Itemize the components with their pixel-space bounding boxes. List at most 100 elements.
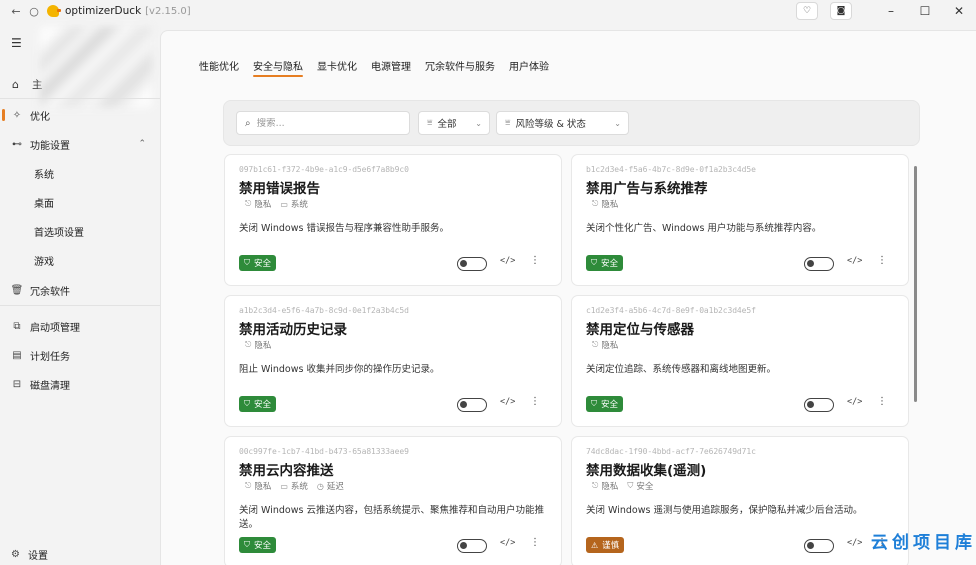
sidebar-item-label: 系统 (34, 169, 54, 181)
tag: ⎋ 隐私 (245, 198, 271, 210)
code-icon[interactable]: </> (847, 538, 862, 548)
risk-badge: ⛉ 安全 (586, 255, 624, 271)
sidebar-item-preferences[interactable]: 首选项设置 (0, 219, 160, 243)
tweak-card[interactable]: 00c997fe-1cb7-41bd-b473-65a81333aee9 禁用云… (224, 436, 562, 565)
tag-label: 安全 (636, 482, 654, 492)
tab-user-experience[interactable]: 用户体验 (509, 58, 549, 74)
code-icon[interactable]: </> (500, 397, 515, 407)
risk-label: 谨慎 (602, 541, 620, 551)
tab-security-privacy[interactable]: 安全与隐私 (253, 58, 303, 77)
tweak-description: 阻止 Windows 收集并同步你的操作历史记录。 (239, 364, 440, 375)
tweak-title: 禁用活动历史记录 (239, 322, 347, 338)
more-vertical-icon[interactable]: ⋮ (530, 255, 540, 266)
filter-icon: ⩸ (427, 118, 433, 128)
tweak-card[interactable]: a1b2c3d4-e5f6-4a7b-8c9d-0e1f2a3b4c5d 禁用活… (224, 295, 562, 427)
tweak-toggle[interactable] (804, 257, 834, 271)
tweak-toggle[interactable] (804, 398, 834, 412)
sidebar-item-disk-cleanup[interactable]: ⊟ 磁盘清理 (0, 372, 160, 396)
shield-check-icon: ⛉ (591, 258, 597, 267)
trash-icon: 🗑 (10, 284, 24, 296)
tweak-id: c1d2e3f4-a5b6-4c7d-8e9f-0a1b2c3d4e5f (586, 306, 756, 315)
sidebar-item-label: 启动项管理 (30, 322, 80, 334)
sidebar-item-label: 功能设置 (30, 140, 70, 152)
risk-badge: ⛉ 安全 (239, 396, 277, 412)
tweak-card[interactable]: b1c2d3e4-f5a6-4b7c-8d9e-0f1a2b3c4d5e 禁用广… (571, 154, 909, 286)
sidebar-item-desktop[interactable]: 桌面 (0, 190, 160, 214)
tab-power[interactable]: 电源管理 (371, 58, 411, 74)
risk-badge: ⛉ 安全 (239, 537, 277, 553)
filter-icon: ⩸ (505, 118, 511, 128)
more-vertical-icon[interactable]: ⋮ (877, 396, 887, 407)
tag-label: 隐私 (601, 482, 619, 492)
tag-list: ⎋ 隐私 (592, 339, 627, 351)
back-arrow-icon[interactable]: ← (7, 5, 25, 18)
minimize-button[interactable]: – (874, 4, 908, 18)
main-panel: 性能优化 安全与隐私 显卡优化 电源管理 冗余软件与服务 用户体验 ⌕ ⩸ 全部… (160, 30, 976, 565)
code-icon[interactable]: </> (847, 397, 862, 407)
tag: ◷ 延迟 (317, 480, 344, 493)
screenshot-button[interactable]: ◙ (830, 2, 852, 20)
sidebar-item-label: 冗余软件 (30, 286, 70, 298)
refresh-circle-icon[interactable]: ○ (25, 5, 43, 18)
tweak-card[interactable]: c1d2e3f4-a5b6-4c7d-8e9f-0a1b2c3d4e5f 禁用定… (571, 295, 909, 427)
tweak-card[interactable]: 74dc8dac-1f90-4bbd-acf7-7e626749d71c 禁用数… (571, 436, 909, 565)
search-input[interactable] (256, 117, 397, 129)
gear-icon: ⚙ (11, 548, 20, 560)
lock-icon: ⎋ (592, 481, 599, 490)
tag-list: ⎋ 隐私 ▭ 系统 (245, 198, 317, 210)
sidebar-item-startup[interactable]: ⧉ 启动项管理 (0, 314, 160, 338)
warning-icon: ⚠ (591, 540, 599, 550)
tweak-toggle[interactable] (457, 257, 487, 271)
tweak-description: 关闭定位追踪、系统传感器和离线地图更新。 (586, 364, 777, 375)
search-box: ⌕ (236, 111, 410, 135)
more-vertical-icon[interactable]: ⋮ (877, 255, 887, 266)
tag: ▭ 系统 (280, 480, 308, 493)
sidebar-item-gaming[interactable]: 游戏 (0, 248, 160, 272)
lock-icon: ⎋ (245, 340, 252, 349)
sidebar-item-settings[interactable]: ⚙ 设置 (0, 543, 160, 565)
tweak-title: 禁用定位与传感器 (586, 322, 694, 338)
tag-list: ⎋ 隐私 ⛉ 安全 (592, 480, 662, 492)
sidebar-item-feature-settings[interactable]: ⊷ 功能设置 ⌃ (0, 132, 160, 156)
sidebar-item-system[interactable]: 系统 (0, 161, 160, 185)
code-icon[interactable]: </> (847, 256, 862, 266)
tag-list: ⎋ 隐私 ▭ 系统 ◷ 延迟 (245, 480, 353, 492)
tweak-toggle[interactable] (804, 539, 834, 553)
tweak-toggle[interactable] (457, 539, 487, 553)
sidebar-item-scheduled-tasks[interactable]: ▤ 计划任务 (0, 343, 160, 367)
more-vertical-icon[interactable]: ⋮ (530, 537, 540, 548)
app-logo-icon (47, 5, 61, 17)
tab-bloatware-services[interactable]: 冗余软件与服务 (425, 58, 495, 74)
more-vertical-icon[interactable]: ⋮ (530, 396, 540, 407)
tweak-id: 097b1c61-f372-4b9e-a1c9-d5e6f7a8b9c0 (239, 165, 409, 174)
tag-label: 隐私 (254, 341, 272, 351)
risk-badge: ⛉ 安全 (586, 396, 624, 412)
maximize-button[interactable]: ☐ (908, 4, 942, 18)
code-icon[interactable]: </> (500, 256, 515, 266)
tag: ⎋ 隐私 (245, 480, 271, 492)
hamburger-menu-icon[interactable]: ☰ (11, 36, 22, 50)
tab-gpu[interactable]: 显卡优化 (317, 58, 357, 74)
category-dropdown[interactable]: ⩸ 全部 ⌄ (418, 111, 490, 135)
favorite-button[interactable]: ♡ (796, 2, 818, 20)
disk-icon: ⊟ (12, 378, 22, 390)
tweak-card[interactable]: 097b1c61-f372-4b9e-a1c9-d5e6f7a8b9c0 禁用错… (224, 154, 562, 286)
camera-icon: ◙ (836, 6, 846, 16)
scrollbar[interactable] (914, 166, 917, 402)
tag-label: 延迟 (326, 482, 344, 492)
risk-status-dropdown[interactable]: ⩸ 风险等级 & 状态 ⌄ (496, 111, 629, 135)
tag-label: 隐私 (254, 200, 272, 210)
tab-performance[interactable]: 性能优化 (199, 58, 239, 74)
code-icon[interactable]: </> (500, 538, 515, 548)
lock-icon: ⎋ (245, 199, 252, 208)
tag: ⛉ 安全 (627, 480, 653, 492)
category-dropdown-value: 全部 (437, 119, 457, 130)
heart-icon: ♡ (802, 6, 812, 16)
tweak-toggle[interactable] (457, 398, 487, 412)
close-button[interactable]: ✕ (942, 4, 976, 18)
filter-bar: ⌕ ⩸ 全部 ⌄ ⩸ 风险等级 & 状态 ⌄ (223, 100, 920, 146)
tweak-title: 禁用云内容推送 (239, 463, 334, 479)
shield-icon: ⛉ (627, 481, 634, 490)
sidebar-item-optimize[interactable]: ✧ 优化 (0, 103, 160, 127)
sidebar-item-bloatware[interactable]: 🗑 冗余软件 (0, 278, 160, 302)
